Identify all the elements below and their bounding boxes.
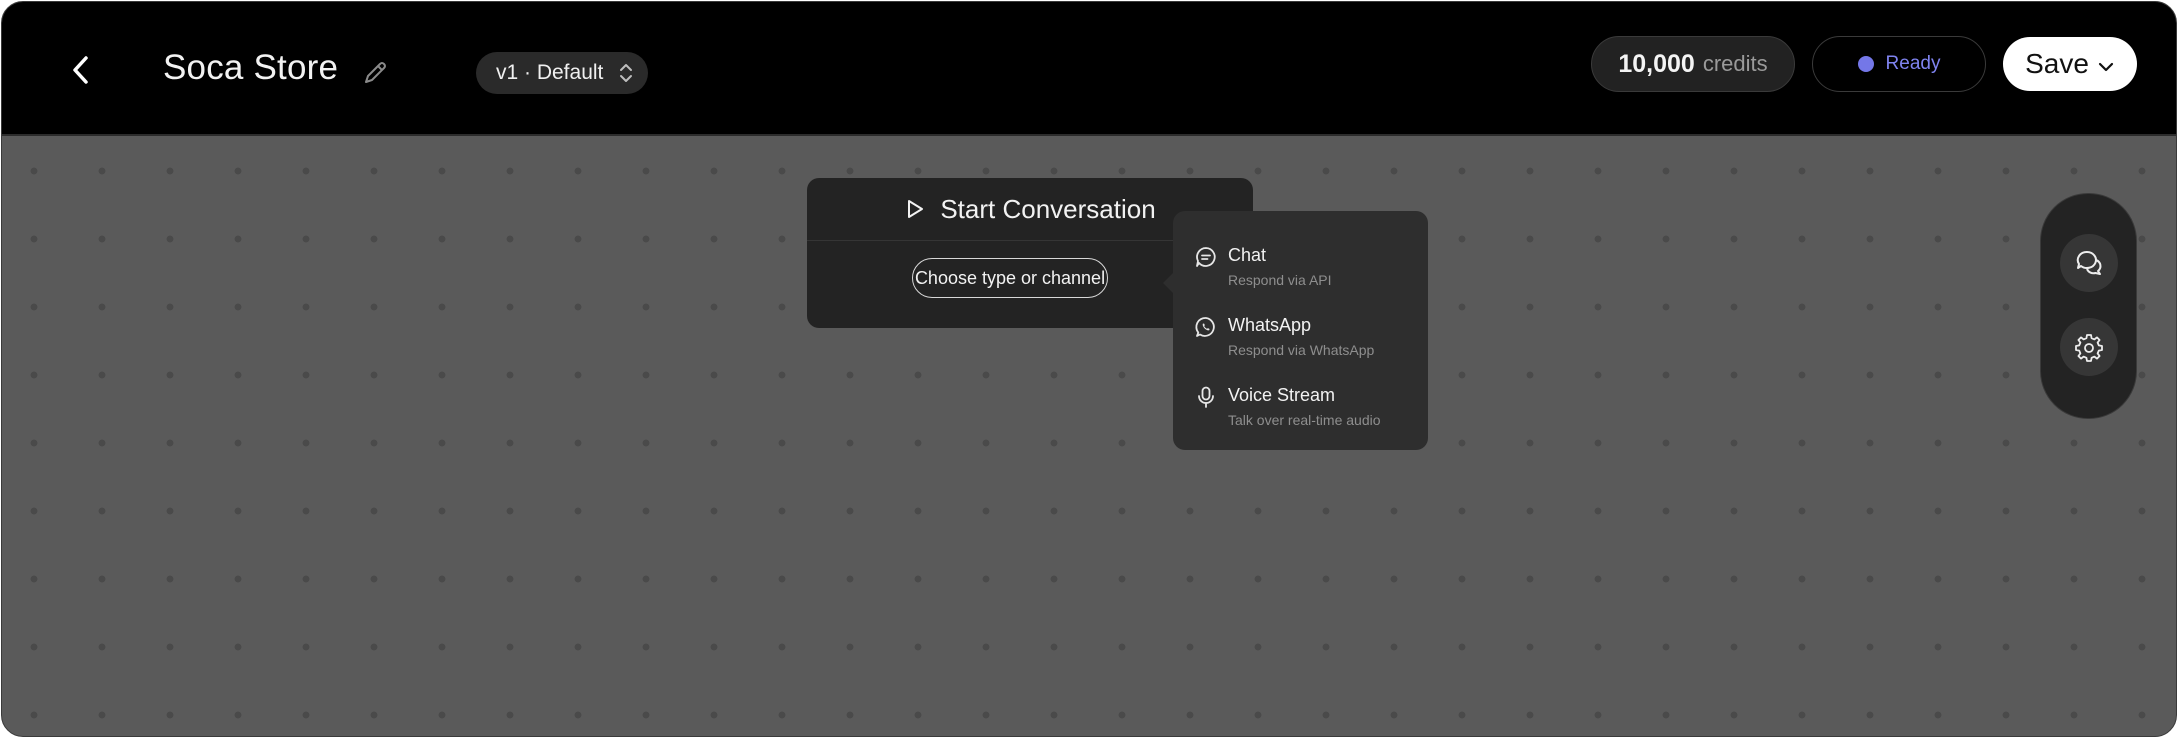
- pencil-icon: [365, 62, 386, 83]
- menu-item-voice-stream[interactable]: Voice Stream Talk over real-time audio: [1173, 377, 1428, 443]
- chat-bubbles-icon: [2076, 250, 2102, 275]
- save-button[interactable]: Save: [2003, 37, 2137, 91]
- menu-item-title: Voice Stream: [1228, 385, 1336, 405]
- credits-unit: credits: [1702, 51, 1768, 76]
- menu-item-whatsapp[interactable]: WhatsApp Respond via WhatsApp: [1173, 307, 1428, 373]
- dropdown-pointer: [1163, 273, 1173, 293]
- status-badge[interactable]: Ready: [1812, 36, 1986, 92]
- gear-icon: [2075, 334, 2103, 362]
- credits-badge[interactable]: 10,000 credits: [1591, 36, 1795, 92]
- menu-item-title: WhatsApp: [1228, 315, 1312, 335]
- edit-title-button[interactable]: [360, 58, 390, 88]
- menu-item-subtitle: Respond via API: [1228, 272, 1332, 288]
- choose-channel-button[interactable]: Choose type or channel: [912, 258, 1108, 298]
- chat-bubble-icon: [1196, 247, 1216, 267]
- back-button[interactable]: [64, 52, 100, 88]
- side-toolbar: [2040, 193, 2137, 419]
- status-dot: [1857, 56, 1874, 72]
- microphone-icon: [1198, 386, 1214, 408]
- whatsapp-icon: [1195, 317, 1215, 337]
- chat-panel-button[interactable]: [2060, 234, 2118, 292]
- channel-dropdown: Chat Respond via API WhatsApp Respond vi…: [1163, 211, 1428, 450]
- menu-item-subtitle: Respond via WhatsApp: [1228, 342, 1375, 358]
- menu-item-title: Chat: [1228, 245, 1267, 265]
- save-label: Save: [2025, 48, 2089, 79]
- page-title: Soca Store: [163, 48, 339, 87]
- status-label: Ready: [1885, 53, 1941, 74]
- settings-button[interactable]: [2060, 318, 2118, 376]
- menu-item-chat[interactable]: Chat Respond via API: [1173, 237, 1428, 303]
- chevron-up-down-icon: [620, 64, 632, 82]
- app-window: Soca Store v1 · Default 10,000 credits R…: [1, 1, 2177, 737]
- version-label: v1 · Default: [496, 61, 604, 84]
- chevron-down-icon: [2098, 62, 2114, 72]
- menu-item-subtitle: Talk over real-time audio: [1228, 412, 1381, 428]
- top-bar: Soca Store v1 · Default 10,000 credits R…: [2, 2, 2176, 136]
- start-node-title: Start Conversation: [940, 193, 1156, 224]
- version-selector[interactable]: v1 · Default: [476, 52, 648, 94]
- credits-amount: 10,000: [1618, 49, 1695, 78]
- play-icon: [908, 200, 924, 218]
- chevron-left-icon: [73, 56, 88, 84]
